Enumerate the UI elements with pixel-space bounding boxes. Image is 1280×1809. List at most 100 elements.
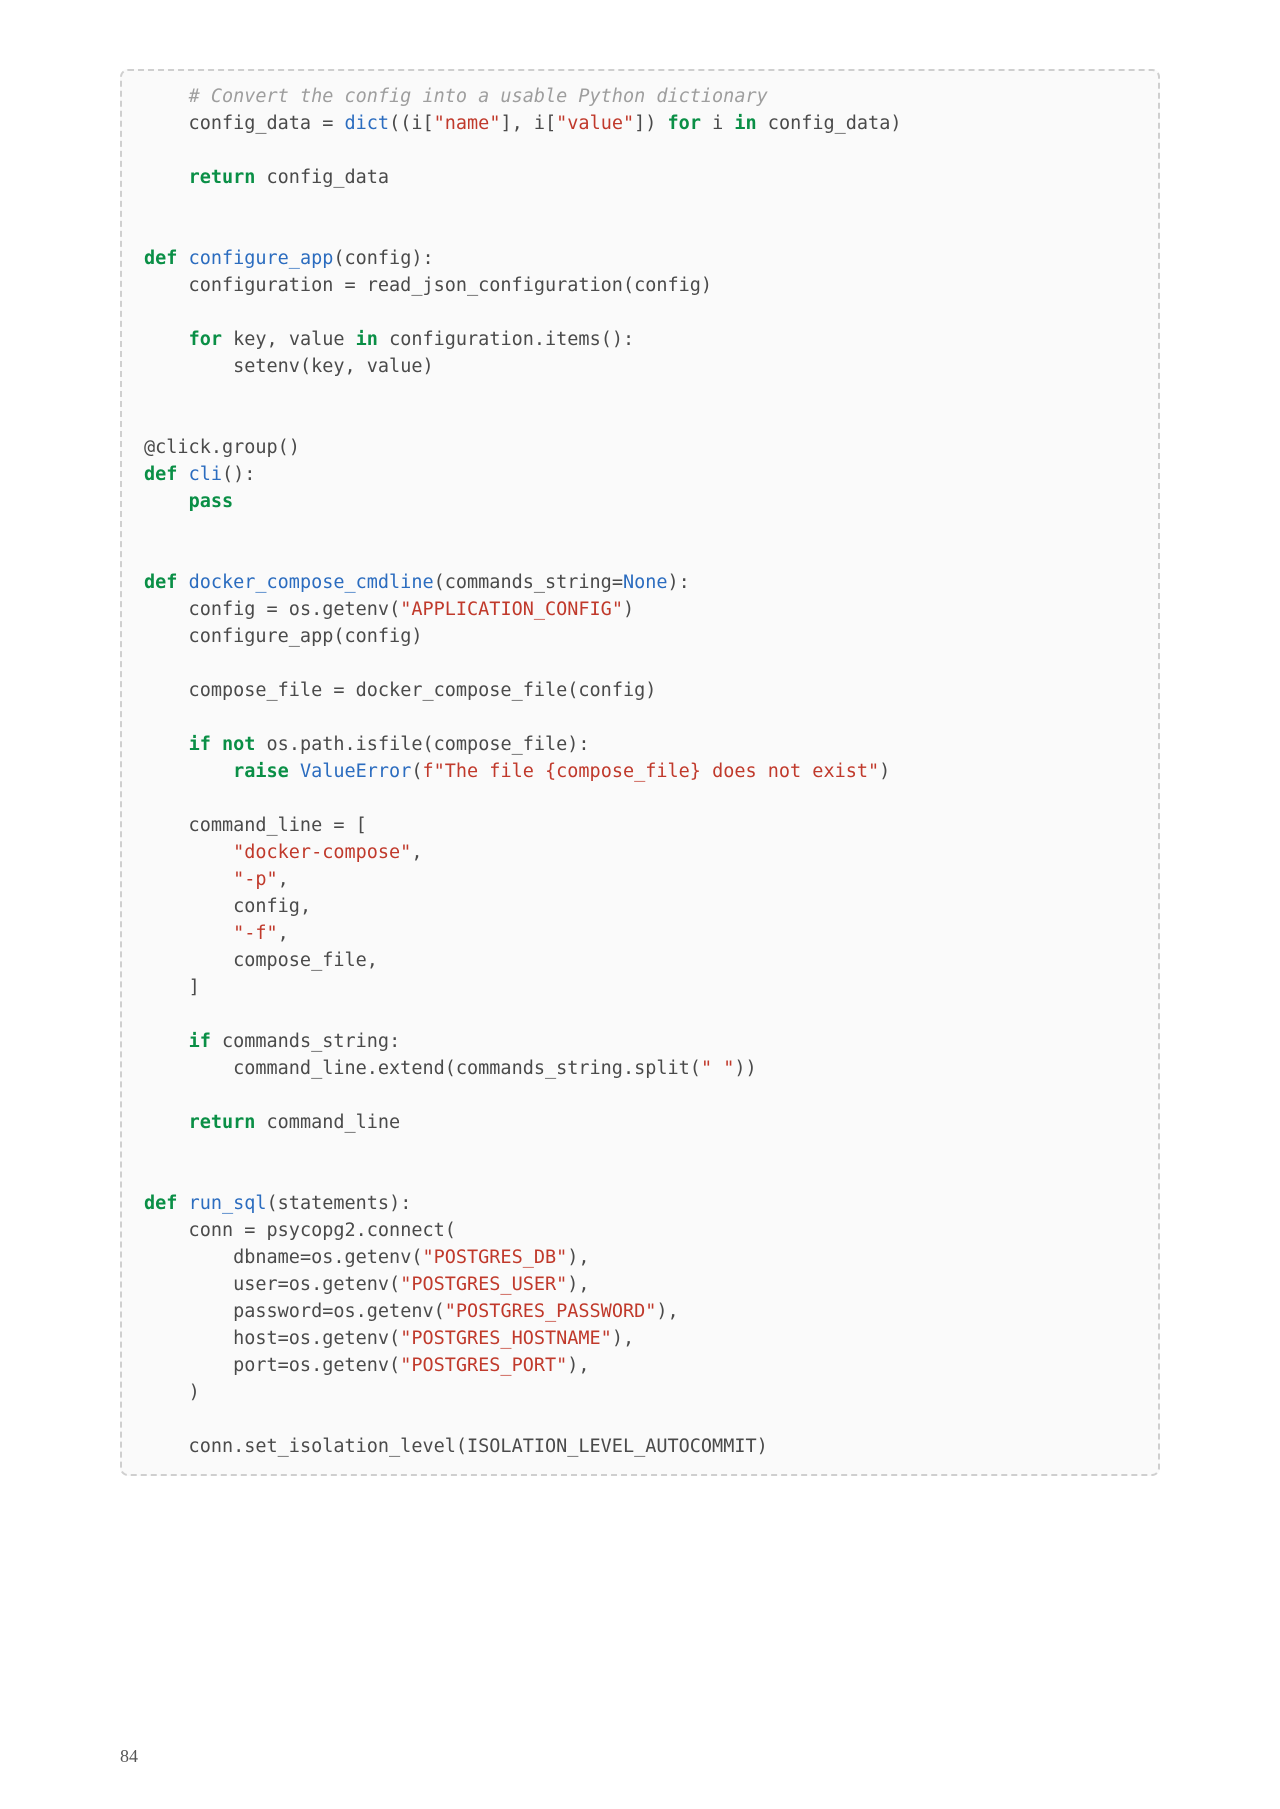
code-token: "POSTGRES_PORT" bbox=[400, 1355, 567, 1376]
code-token: "POSTGRES_USER" bbox=[400, 1274, 567, 1295]
code-token: ( bbox=[567, 680, 578, 701]
code-token: config bbox=[634, 275, 701, 296]
code-token: if bbox=[189, 1031, 211, 1052]
code-token: ), bbox=[567, 1355, 589, 1376]
code-token: None bbox=[623, 572, 668, 593]
code-token: "value" bbox=[556, 113, 634, 134]
code-token: = bbox=[322, 113, 333, 134]
code-token: (): bbox=[222, 464, 255, 485]
code-token: "docker-compose" bbox=[233, 842, 411, 863]
code-token: . bbox=[345, 734, 356, 755]
code-token: = bbox=[267, 599, 278, 620]
code-token: : bbox=[389, 1031, 400, 1052]
code-token: ( bbox=[333, 248, 344, 269]
code-token: ], bbox=[500, 113, 522, 134]
code-listing: # Convert the config into a usable Pytho… bbox=[120, 69, 1160, 1476]
code-token: in bbox=[734, 113, 756, 134]
code-token: def bbox=[144, 1193, 177, 1214]
code-token: not bbox=[222, 734, 255, 755]
code-token: items bbox=[545, 329, 601, 350]
code-token: getenv bbox=[322, 599, 389, 620]
code-token: ), bbox=[656, 1301, 678, 1322]
code-token: compose_file bbox=[434, 734, 568, 755]
code-token: config bbox=[578, 680, 645, 701]
code-token: ( bbox=[300, 356, 311, 377]
code-token: ) bbox=[422, 356, 433, 377]
code-token: ]) bbox=[634, 113, 656, 134]
code-token: "POSTGRES_HOSTNAME" bbox=[400, 1328, 612, 1349]
code-token: . bbox=[311, 1355, 322, 1376]
code-token: [ bbox=[356, 815, 367, 836]
code-token: ), bbox=[567, 1274, 589, 1295]
code-token: key bbox=[311, 356, 344, 377]
code-token: ) bbox=[411, 626, 422, 647]
code-token: , bbox=[367, 950, 378, 971]
code-token: ( bbox=[434, 1301, 445, 1322]
code-token: ( bbox=[389, 599, 400, 620]
code-token: def bbox=[144, 464, 177, 485]
code-token: . bbox=[311, 1328, 322, 1349]
code-token: . bbox=[356, 1220, 367, 1241]
code-token: . bbox=[333, 1247, 344, 1268]
code-token: os bbox=[289, 1274, 311, 1295]
code-token: raise bbox=[233, 761, 289, 782]
code-token: = bbox=[244, 1220, 255, 1241]
code-token: , bbox=[267, 329, 278, 350]
code-token: ): bbox=[411, 248, 433, 269]
code-token: . bbox=[311, 1274, 322, 1295]
code-token: config bbox=[345, 626, 412, 647]
code-token: ( bbox=[389, 1274, 400, 1295]
code-token: return bbox=[189, 167, 256, 188]
code-token: ( bbox=[423, 734, 434, 755]
page: # Convert the config into a usable Pytho… bbox=[0, 0, 1280, 1809]
code-token: for bbox=[189, 329, 222, 350]
code-token: os bbox=[311, 1247, 333, 1268]
code-token: ( bbox=[456, 1436, 467, 1457]
code-token: ): bbox=[668, 572, 690, 593]
code-token: path bbox=[300, 734, 345, 755]
code-token: getenv bbox=[345, 1247, 412, 1268]
code-token: [ bbox=[545, 113, 556, 134]
code-token: . bbox=[356, 1301, 367, 1322]
code-token: ( bbox=[690, 1058, 701, 1079]
code-token: ValueError bbox=[300, 761, 411, 782]
code-token: run_sql bbox=[189, 1193, 267, 1214]
code-token: ( bbox=[411, 761, 422, 782]
code-token: ( bbox=[333, 626, 344, 647]
code-token: ), bbox=[567, 1247, 589, 1268]
code-token: return bbox=[189, 1112, 256, 1133]
code-token: ( bbox=[267, 1193, 278, 1214]
code-token: ) bbox=[701, 275, 712, 296]
code-token: , bbox=[345, 356, 356, 377]
code-token: "-p" bbox=[233, 869, 278, 890]
code-token: pass bbox=[189, 491, 234, 512]
code-token: ): bbox=[567, 734, 589, 755]
code-token: , bbox=[411, 842, 422, 863]
code-token: = bbox=[333, 815, 344, 836]
code-token: ( bbox=[389, 1355, 400, 1376]
code-token: @click.group() bbox=[144, 437, 300, 458]
code-token: set_isolation_level bbox=[244, 1436, 456, 1457]
code-token: def bbox=[144, 248, 177, 269]
code-token: = bbox=[344, 275, 355, 296]
code-token: ): bbox=[389, 1193, 411, 1214]
code-token: extend bbox=[378, 1058, 445, 1079]
code-token: (( bbox=[389, 113, 411, 134]
code-token: ) bbox=[879, 761, 890, 782]
code-token: "name" bbox=[434, 113, 501, 134]
code-token: "-f" bbox=[233, 923, 278, 944]
code-token: os bbox=[289, 1355, 311, 1376]
code-token: ( bbox=[623, 275, 634, 296]
code-token: # Convert the config into a usable Pytho… bbox=[189, 86, 768, 107]
code-token: def bbox=[144, 572, 177, 593]
code-token: = bbox=[278, 1274, 289, 1295]
code-token: f"The file {compose_file} does not exist… bbox=[422, 761, 879, 782]
code-token: ), bbox=[612, 1328, 634, 1349]
code-token: . bbox=[623, 1058, 634, 1079]
code-token: ) bbox=[757, 1436, 768, 1457]
code-token: . bbox=[289, 734, 300, 755]
code-token: , bbox=[278, 869, 289, 890]
code-token: ( bbox=[445, 1220, 456, 1241]
code-token: (): bbox=[601, 329, 634, 350]
page-number: 84 bbox=[120, 1746, 138, 1767]
